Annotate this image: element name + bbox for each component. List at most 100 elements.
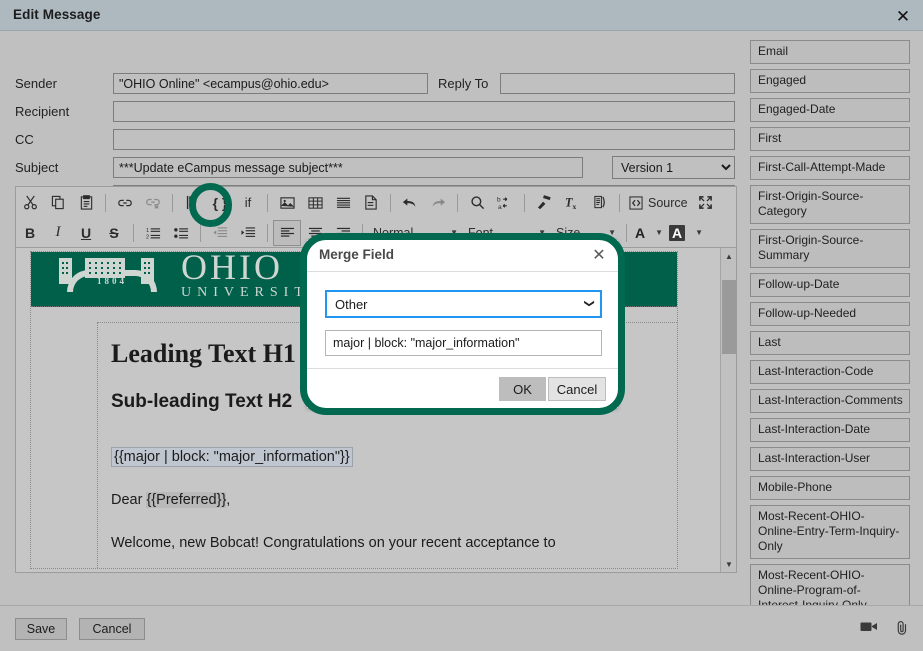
indent-button[interactable]: [234, 220, 262, 246]
image-icon[interactable]: [273, 190, 301, 216]
page-title: Edit Message: [13, 7, 101, 22]
merge-field-dialog-footer: OK Cancel: [307, 368, 618, 408]
toolbar-divider: [105, 193, 106, 212]
greeting-token[interactable]: {{Preferred}}: [146, 492, 227, 508]
toolbar-divider: [390, 193, 391, 212]
toolbar-divider: [457, 193, 458, 212]
cc-label: CC: [15, 132, 34, 147]
outdent-button[interactable]: [206, 220, 234, 246]
subject-label: Subject: [15, 160, 59, 175]
field-chip[interactable]: Engaged: [750, 69, 910, 93]
field-chip[interactable]: Follow-up-Needed: [750, 302, 910, 326]
merge-field-category-select[interactable]: Other: [325, 290, 602, 318]
field-chip[interactable]: Engaged-Date: [750, 98, 910, 122]
field-chip[interactable]: First-Call-Attempt-Made: [750, 156, 910, 180]
italic-button[interactable]: I: [44, 220, 72, 246]
sender-input[interactable]: [113, 73, 428, 94]
bold-button[interactable]: B: [16, 220, 44, 246]
merge-token-chip[interactable]: {{major | block: "major_information"}}: [111, 447, 353, 467]
find-icon[interactable]: [463, 190, 491, 216]
svg-text:a: a: [498, 204, 502, 210]
merge-field-dialog: Merge Field ✕ Other ❯ OK Cancel: [307, 240, 618, 408]
cut-icon[interactable]: [16, 190, 44, 216]
remove-format-icon[interactable]: T x: [558, 190, 586, 216]
merge-field-list: Email Engaged Engaged-Date First First-C…: [750, 40, 915, 651]
bold-label: B: [24, 224, 36, 241]
scroll-down-arrow-icon[interactable]: ▼: [721, 556, 736, 572]
text-color-glyph: A: [635, 224, 646, 241]
field-chip[interactable]: Email: [750, 40, 910, 64]
field-chip[interactable]: Mobile-Phone: [750, 476, 910, 500]
gif-icon[interactable]: if: [234, 190, 262, 216]
video-camera-icon[interactable]: [860, 620, 878, 633]
horizontal-rule-icon[interactable]: [329, 190, 357, 216]
field-chip[interactable]: First-Origin-Source-Summary: [750, 229, 910, 268]
source-label: Source: [648, 195, 688, 210]
paperclip-icon[interactable]: [895, 620, 909, 636]
merge-field-value-input[interactable]: [325, 330, 602, 356]
copy-icon[interactable]: [44, 190, 72, 216]
format-painter-icon[interactable]: [530, 190, 558, 216]
close-icon[interactable]: ✕: [891, 4, 915, 28]
scrollbar-thumb[interactable]: [722, 280, 736, 354]
toolbar-divider: [362, 223, 363, 242]
maximize-icon[interactable]: [692, 190, 720, 216]
toolbar-divider: [172, 193, 173, 212]
source-button[interactable]: Source: [625, 196, 692, 210]
close-icon[interactable]: ✕: [589, 245, 609, 265]
edit-message-window: Edit Message ✕ Sender Reply To Recipient…: [0, 0, 923, 651]
link-icon[interactable]: [111, 190, 139, 216]
field-chip[interactable]: First: [750, 127, 910, 151]
svg-text:2: 2: [146, 234, 149, 239]
redo-icon[interactable]: [424, 190, 452, 216]
text-color-button[interactable]: A ▼: [632, 225, 666, 241]
greeting-suffix: ,: [226, 492, 231, 508]
numbered-list-button[interactable]: 1 2: [139, 220, 167, 246]
reply-to-input[interactable]: [500, 73, 735, 94]
undo-icon[interactable]: [396, 190, 424, 216]
underline-button[interactable]: U: [72, 220, 100, 246]
field-chip[interactable]: Most-Recent-OHIO-Online-Entry-Term-Inqui…: [750, 505, 910, 559]
unlink-icon[interactable]: [139, 190, 167, 216]
replace-icon[interactable]: b a: [491, 190, 519, 216]
merge-field-dialog-header: Merge Field ✕: [307, 240, 618, 272]
seal-building-center: [85, 258, 125, 278]
strikethrough-button[interactable]: S: [100, 220, 128, 246]
version-select[interactable]: Version 1: [612, 156, 735, 179]
field-chip[interactable]: Last-Interaction-Code: [750, 360, 910, 384]
chevron-down-icon: ▼: [450, 228, 458, 237]
page-break-icon[interactable]: [357, 190, 385, 216]
field-chip[interactable]: Last: [750, 331, 910, 355]
save-button[interactable]: Save: [15, 618, 67, 640]
scroll-up-arrow-icon[interactable]: ▲: [721, 248, 736, 264]
anchor-flag-icon[interactable]: [178, 190, 206, 216]
cancel-button[interactable]: Cancel: [548, 377, 606, 401]
toolbar-divider: [626, 223, 627, 242]
editor-scrollbar[interactable]: ▲ ▼: [720, 248, 736, 572]
field-chip[interactable]: Last-Interaction-User: [750, 447, 910, 471]
chevron-down-icon: ▼: [538, 228, 546, 237]
ok-button[interactable]: OK: [499, 377, 546, 401]
background-color-button[interactable]: A ▼: [666, 224, 706, 241]
field-chip[interactable]: First-Origin-Source-Category: [750, 185, 910, 224]
paste-icon[interactable]: [72, 190, 100, 216]
align-left-button[interactable]: [273, 219, 301, 246]
svg-text:b: b: [497, 197, 501, 204]
font-label: Font: [468, 225, 494, 240]
field-chip[interactable]: Last-Interaction-Comments: [750, 389, 910, 413]
dialog-footer: Save Cancel: [0, 605, 923, 651]
templates-icon[interactable]: [586, 190, 614, 216]
cancel-button[interactable]: Cancel: [79, 618, 145, 640]
strikethrough-label: S: [109, 224, 119, 241]
subject-input[interactable]: [113, 157, 583, 178]
merge-field-braces-icon[interactable]: { }: [206, 190, 234, 216]
table-icon[interactable]: [301, 190, 329, 216]
toolbar-divider: [524, 193, 525, 212]
ohio-wordmark-sub: UNIVERSITY: [181, 285, 325, 300]
recipient-input[interactable]: [113, 101, 735, 122]
cc-input[interactable]: [113, 129, 735, 150]
bulleted-list-button[interactable]: [167, 220, 195, 246]
field-chip[interactable]: Last-Interaction-Date: [750, 418, 910, 442]
svg-text:x: x: [572, 202, 576, 210]
field-chip[interactable]: Follow-up-Date: [750, 273, 910, 297]
